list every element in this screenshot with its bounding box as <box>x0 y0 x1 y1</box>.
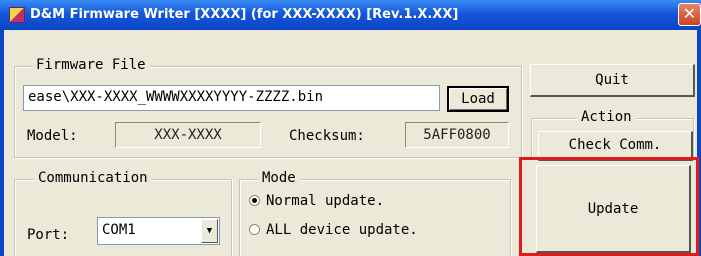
window-border-left <box>0 30 4 256</box>
check-comm-button[interactable]: Check Comm. <box>538 131 693 161</box>
model-label: Model: <box>27 128 78 144</box>
update-button[interactable]: Update <box>536 165 691 253</box>
radio-selected-icon[interactable] <box>249 195 260 206</box>
window-border-right <box>697 30 701 256</box>
port-select[interactable]: COM1 ▼ <box>97 217 220 245</box>
radio-normal-update-label: Normal update. <box>266 193 385 209</box>
close-button[interactable]: ✕ <box>678 3 701 26</box>
port-select-value: COM1 <box>102 222 136 238</box>
check-comm-button-label: Check Comm. <box>568 137 662 153</box>
title-bar[interactable]: D&M Firmware Writer [XXXX] (for XXX-XXXX… <box>0 0 701 30</box>
firmware-path-field[interactable]: ease\XXX-XXXX_WWWWXXXXYYYY-ZZZZ.bin <box>23 85 440 111</box>
action-group-label: Action <box>577 109 636 125</box>
port-label: Port: <box>27 227 70 243</box>
close-icon: ✕ <box>682 4 697 23</box>
radio-all-device-update-label: ALL device update. <box>266 222 418 238</box>
radio-all-device-update[interactable]: ALL device update. <box>249 221 418 239</box>
firmware-file-group-label: Firmware File <box>32 57 150 73</box>
radio-normal-update[interactable]: Normal update. <box>249 192 384 210</box>
mode-group-label: Mode <box>258 170 300 186</box>
radio-unselected-icon[interactable] <box>249 224 260 235</box>
chevron-down-icon[interactable]: ▼ <box>201 219 218 243</box>
app-icon <box>9 7 25 23</box>
quit-button[interactable]: Quit <box>530 64 695 97</box>
communication-group-label: Communication <box>34 170 152 186</box>
load-button[interactable]: Load <box>447 86 509 112</box>
checksum-value: 5AFF0800 <box>405 122 509 148</box>
load-button-label: Load <box>461 91 495 107</box>
quit-button-label: Quit <box>595 72 629 88</box>
update-button-label: Update <box>587 201 639 217</box>
mode-group <box>239 179 511 256</box>
firmware-path-value: ease\XXX-XXXX_WWWWXXXXYYYY-ZZZZ.bin <box>28 89 324 105</box>
window-title: D&M Firmware Writer [XXXX] (for XXX-XXXX… <box>30 7 459 22</box>
checksum-label: Checksum: <box>289 128 365 144</box>
model-value: XXX-XXXX <box>115 122 261 148</box>
